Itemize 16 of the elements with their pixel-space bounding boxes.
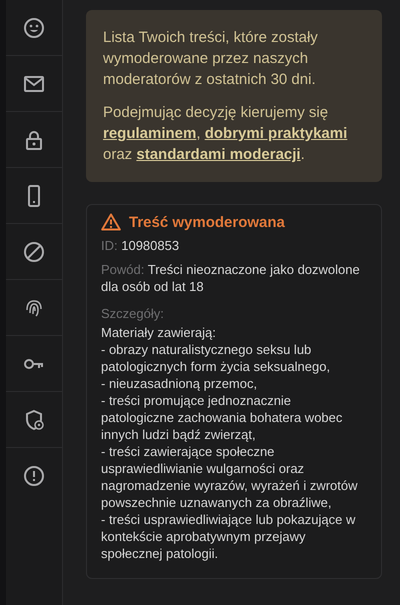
details-line: - nieuzasadnioną przemoc, (101, 375, 258, 392)
alert-icon[interactable] (22, 464, 46, 488)
details-line: - treści zawierające społeczne usprawiedliwianie wulgarności oraz nagromadzenie wyrazów, wyrażeń i zwrotów powszechnie uznawanych za obraźliwe, (101, 443, 358, 511)
block-icon[interactable] (22, 240, 46, 264)
details-line: - treści promujące jednoznacznie patologiczne zachowania bohatera wobec innych ludzi bądź zwierząt, (101, 392, 344, 443)
reason-line: Powód: Treści nieoznaczone jako dozwolone dla osób od lat 18 (101, 261, 361, 295)
policy-text: Podejmując decyzję kierujemy się regulaminem, dobrymi praktykami oraz standardami moderacji. (103, 103, 348, 165)
warning-icon (101, 213, 121, 231)
smiley-icon[interactable] (22, 16, 46, 40)
info-text: Lista Twoich treści, które zostały wymoderowane przez naszych moderatorów z ostatnich 30 dni. (103, 28, 319, 90)
id-line: ID: 10980853 (101, 237, 180, 254)
details-line: Materiały zawierają: (101, 324, 217, 341)
details-line: - treści usprawiedliwiające lub pokazujące w kontekście aprobatywnym przejawy społecznej patologii. (101, 511, 356, 562)
details-label: Szczegóły: (101, 305, 165, 322)
details-line: - obrazy naturalistycznego seksu lub patologicznych form życia seksualnego, (101, 341, 332, 375)
card-title: Treść wymoderowana (129, 214, 285, 230)
